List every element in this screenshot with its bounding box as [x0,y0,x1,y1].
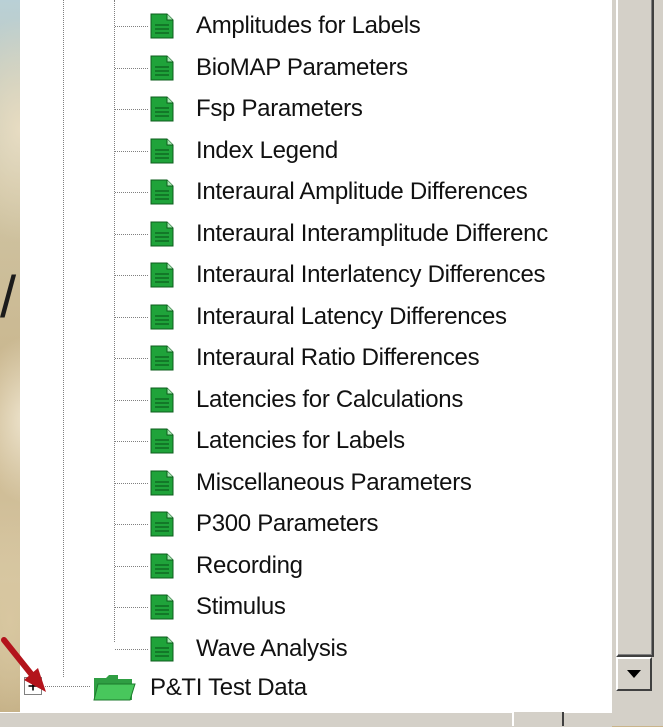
document-icon [150,221,174,246]
folder-label: P&TI Test Data [150,674,307,701]
horizontal-scrollbar-thumb[interactable] [512,712,564,726]
tree-item[interactable]: Interaural Ratio Differences [150,338,620,378]
tree-item-label: Miscellaneous Parameters [196,468,472,496]
tree-item-label: Interaural Latency Differences [196,302,507,330]
tree-item-label: Stimulus [196,593,286,620]
document-icon [150,470,174,495]
document-icon [150,428,174,454]
tree-item[interactable]: Latencies for Labels [150,421,620,461]
tree-item[interactable]: Latencies for Calculations [150,380,620,420]
tree-item[interactable]: Interaural Interamplitude Differenc [150,214,620,254]
tree-item[interactable]: Interaural Amplitude Differences [150,172,620,212]
scrollbar-thumb[interactable] [616,0,654,657]
document-icon [150,13,174,39]
tree-item-label: Wave Analysis [196,634,348,662]
document-icon [150,345,174,371]
tree-item-label: Index Legend [196,136,338,164]
scroll-down-button[interactable] [616,657,652,691]
tree-item[interactable]: Miscellaneous Parameters [150,463,620,503]
document-icon [150,511,174,537]
tree-line-branch [115,67,148,69]
tree-line-branch [115,648,148,650]
document-icon [150,179,174,205]
tree-item[interactable]: Fsp Parameters [150,89,620,129]
chevron-down-icon [627,670,641,678]
tree-line-branch [115,150,148,152]
document-icon [150,304,174,329]
tree-item-label: Fsp Parameters [196,95,363,122]
scrollbar-corner [612,691,663,726]
document-icon [150,96,174,122]
tree-line-branch [115,399,148,401]
document-icon [150,138,174,163]
tree-item[interactable]: BioMAP Parameters [150,48,620,88]
tree-line-root [63,0,64,677]
document-icon [150,594,174,620]
tree-item[interactable]: Interaural Interlatency Differences [150,255,620,295]
tree-line-branch [115,109,148,110]
tree-line-branch [115,565,148,567]
document-icon [150,636,174,661]
tree-item[interactable]: Stimulus [150,587,620,627]
tree-line-branch [115,607,148,608]
tree-line-branch [115,316,148,318]
tree-item[interactable]: Amplitudes for Labels [150,6,620,46]
tree-line-branch [115,524,148,525]
tree-item-label: Interaural Interamplitude Differenc [196,219,548,247]
tree-line-branch [115,358,148,359]
tree-line-branch [115,482,148,484]
tree-item-label: Interaural Ratio Differences [196,344,480,371]
tree-item[interactable]: Recording [150,546,620,586]
tree-item[interactable]: Wave Analysis [150,629,620,669]
tree-item[interactable]: P300 Parameters [150,504,620,544]
annotation-arrow [1,637,46,692]
tree-item-label: Amplitudes for Labels [196,12,421,39]
tree-line-branch [115,275,148,276]
tree-item-label: Latencies for Calculations [196,385,464,413]
tree-item[interactable]: Index Legend [150,131,620,171]
tree-item-folder[interactable]: P&TI Test Data [92,668,307,708]
tree-item-label: P300 Parameters [196,510,379,537]
tree-item[interactable]: Interaural Latency Differences [150,297,620,337]
document-icon [150,553,174,578]
tree-line-branch [115,233,148,235]
tree-item-label: Latencies for Labels [196,427,405,454]
tree-line-branch [115,26,148,27]
folder-icon [93,675,136,701]
tree-item-label: Recording [196,551,303,579]
tree-item-label: Interaural Amplitude Differences [196,178,528,205]
tree-item-label: Interaural Interlatency Differences [196,261,546,288]
tree-line-children [114,0,115,642]
tree-line-branch [115,192,148,193]
tree-line-branch [115,441,148,442]
document-icon [150,55,174,80]
document-icon [150,387,174,412]
document-icon [150,262,174,288]
tree-item-label: BioMAP Parameters [196,53,408,81]
